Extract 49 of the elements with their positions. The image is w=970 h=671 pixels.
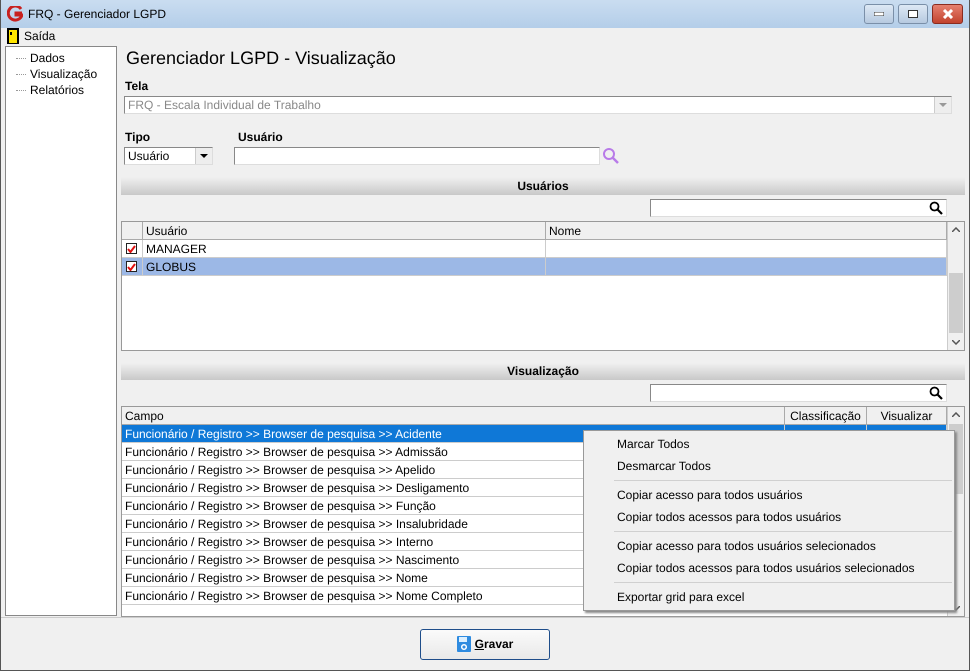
- table-cell: Funcionário / Registro >> Browser de pesquisa >> Insalubridade: [125, 516, 468, 531]
- section-header: Visualização: [121, 362, 965, 380]
- tree-item[interactable]: Dados: [30, 51, 65, 65]
- scrollbar[interactable]: [947, 222, 964, 350]
- minimize-button[interactable]: [864, 4, 894, 24]
- table-cell: GLOBUS: [146, 260, 196, 274]
- tree-item[interactable]: Relatórios: [30, 83, 84, 97]
- user-input[interactable]: [234, 147, 600, 166]
- search-icon[interactable]: [602, 147, 620, 166]
- table-cell: Funcionário / Registro >> Browser de pesquisa >> Acidente: [125, 426, 442, 441]
- table-cell: Funcionário / Registro >> Browser de pesquisa >> Nome: [125, 570, 428, 585]
- menu-item[interactable]: Saída: [24, 29, 56, 43]
- table-cell: Funcionário / Registro >> Browser de pesquisa >> Função: [125, 498, 436, 513]
- scroll-up-icon[interactable]: [952, 412, 960, 418]
- close-icon: [942, 9, 954, 19]
- column-header[interactable]: Usuário: [143, 222, 546, 240]
- table-cell: Funcionário / Registro >> Browser de pesquisa >> Apelido: [125, 462, 436, 477]
- maximize-button[interactable]: [898, 4, 928, 24]
- table-cell: Funcionário / Registro >> Browser de pesquisa >> Nascimento: [125, 552, 460, 567]
- type-dropdown[interactable]: Usuário: [124, 147, 213, 166]
- maximize-icon: [908, 10, 918, 18]
- app-logo-icon: [7, 6, 23, 22]
- tree-item[interactable]: Visualização: [30, 67, 98, 81]
- search-icon: [929, 386, 943, 400]
- checkbox[interactable]: [126, 243, 137, 254]
- scroll-down-icon[interactable]: [952, 340, 960, 344]
- table-cell: Funcionário / Registro >> Browser de pesquisa >> Nome Completo: [125, 588, 483, 603]
- table-row[interactable]: GLOBUS: [122, 258, 947, 276]
- column-header[interactable]: Campo: [122, 407, 785, 424]
- search-field[interactable]: [650, 199, 947, 218]
- window-title: FRQ - Gerenciador LGPD: [28, 7, 166, 21]
- minimize-icon: [874, 12, 884, 16]
- checkbox[interactable]: [126, 261, 137, 272]
- search-field[interactable]: [650, 384, 947, 402]
- table-cell: Funcionário / Registro >> Browser de pesquisa >> Interno: [125, 534, 434, 549]
- table-cell: Funcionário / Registro >> Browser de pesquisa >> Desligamento: [125, 480, 470, 495]
- search-icon: [929, 201, 943, 216]
- table-cell: MANAGER: [146, 242, 207, 256]
- close-button[interactable]: [932, 4, 963, 24]
- table-cell: Funcionário / Registro >> Browser de pesquisa >> Admissão: [125, 444, 448, 459]
- field-label: Usuário: [238, 130, 284, 144]
- field-label: Tipo: [125, 130, 152, 144]
- section-header: Usuários: [121, 177, 965, 196]
- field-label: Tela: [125, 79, 150, 94]
- column-header[interactable]: Classificação: [785, 407, 867, 424]
- scroll-up-icon[interactable]: [952, 227, 960, 232]
- door-icon: [7, 28, 19, 44]
- save-button[interactable]: Gravar: [420, 628, 550, 660]
- page-heading: Gerenciador LGPD - Visualização: [126, 47, 397, 70]
